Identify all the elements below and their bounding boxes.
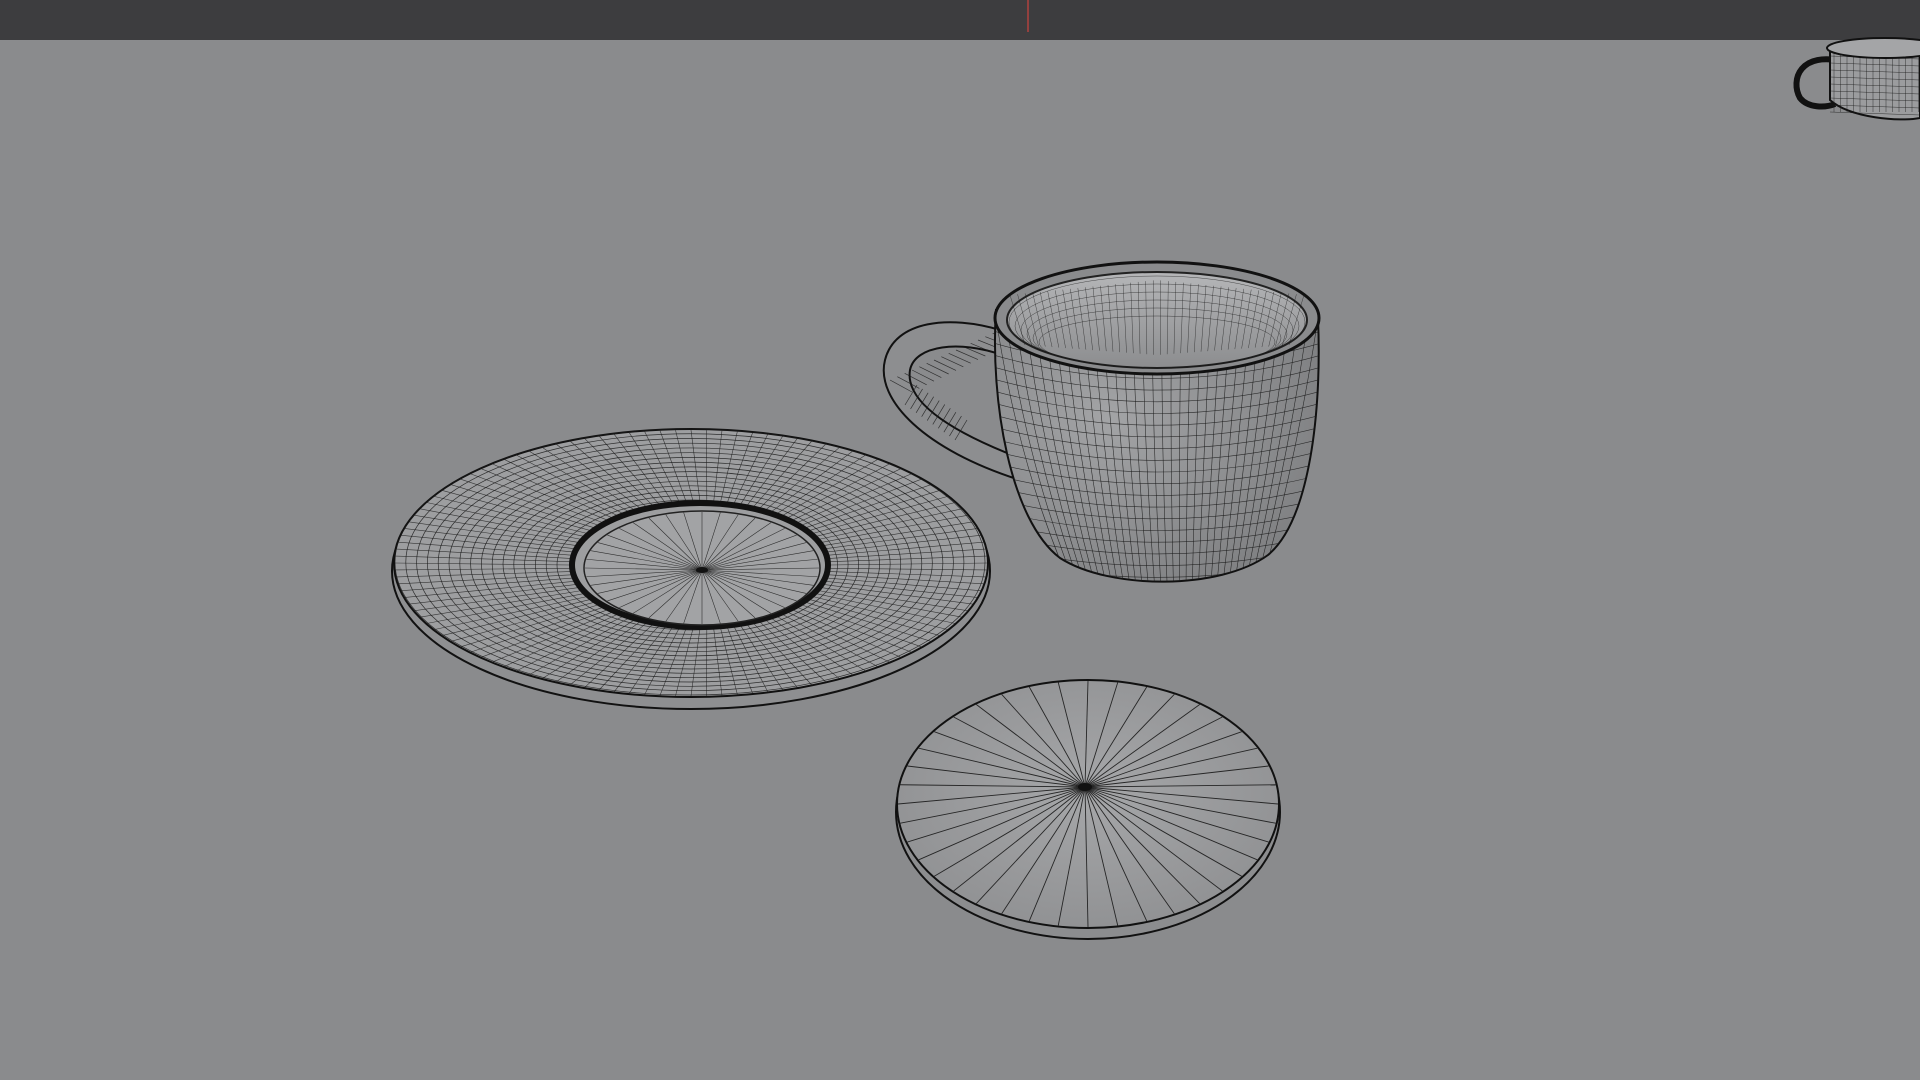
cup-preview-icon[interactable]: [1793, 37, 1920, 121]
saucer-mesh-icon[interactable]: [391, 428, 991, 710]
3d-viewport[interactable]: [0, 0, 1920, 1080]
disc-mesh-icon[interactable]: [895, 679, 1281, 940]
